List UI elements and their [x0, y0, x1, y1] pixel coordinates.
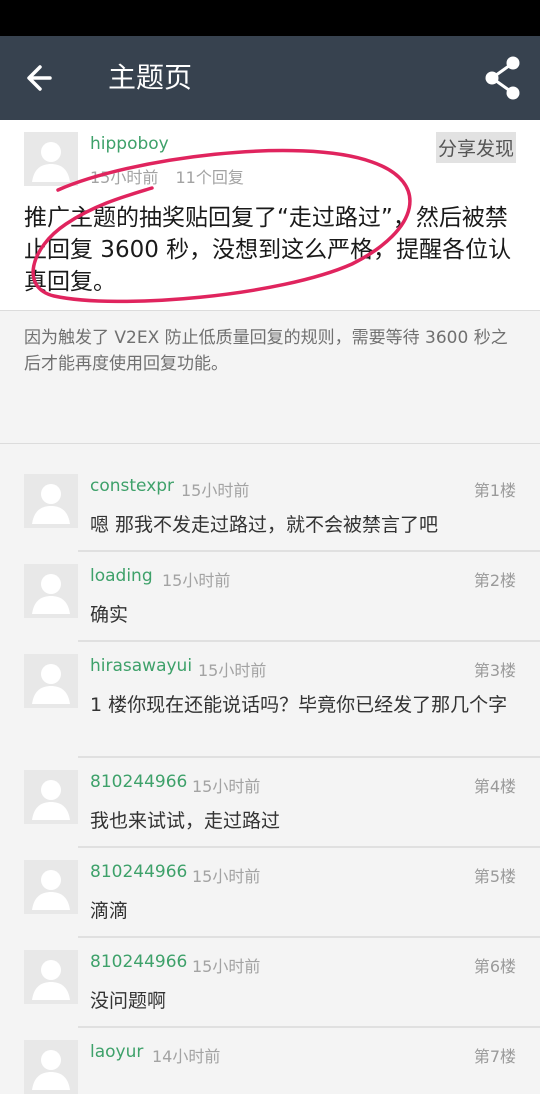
default-avatar-icon: [24, 474, 78, 528]
topic-content: 因为触发了 V2EX 防止低质量回复的规则，需要等待 3600 秒之后才能再度使…: [24, 328, 508, 374]
reply-floor: 第1楼: [473, 481, 516, 500]
avatar[interactable]: [24, 654, 78, 708]
app-bar: 主题页: [0, 36, 540, 120]
avatar[interactable]: [24, 474, 78, 528]
reply-time: 14小时前: [152, 1047, 221, 1066]
default-avatar-icon: [24, 132, 78, 186]
reply-username[interactable]: 810244966: [90, 862, 187, 882]
status-bar: [0, 0, 540, 36]
back-button[interactable]: [18, 58, 66, 98]
reply-floor: 第3楼: [473, 661, 516, 680]
reply-time: 15小时前: [192, 957, 261, 976]
reply-username[interactable]: constexpr: [90, 476, 174, 496]
reply-username[interactable]: hirasawayui: [90, 656, 192, 676]
default-avatar-icon: [24, 1040, 78, 1094]
topic-header: hippoboy 15小时前 11个回复 分享发现 推广主题的抽奖贴回复了“走过…: [0, 120, 540, 310]
default-avatar-icon: [24, 654, 78, 708]
reply-item: constexpr 15小时前 第1楼 嗯 那我不发走过路过，就不会被禁言了吧: [0, 462, 540, 552]
reply-item: laoyur 14小时前 第7楼: [0, 1028, 540, 1094]
reply-floor: 第7楼: [473, 1047, 516, 1066]
reply-time: 15小时前: [162, 571, 231, 590]
reply-text: 确实: [90, 604, 129, 626]
reply-item: 810244966 15小时前 第5楼 滴滴: [0, 848, 540, 938]
reply-item: 810244966 15小时前 第6楼 没问题啊: [0, 938, 540, 1028]
reply-username[interactable]: 810244966: [90, 772, 187, 792]
reply-text: 没问题啊: [90, 990, 167, 1012]
reply-floor: 第6楼: [473, 957, 516, 976]
reply-item: 810244966 15小时前 第4楼 我也来试试，走过路过: [0, 758, 540, 848]
share-icon: [485, 56, 520, 100]
reply-username[interactable]: laoyur: [90, 1042, 143, 1062]
reply-username[interactable]: 810244966: [90, 952, 187, 972]
default-avatar-icon: [24, 860, 78, 914]
topic-meta: 15小时前 11个回复: [90, 164, 244, 188]
arrow-left-icon: [27, 65, 52, 91]
reply-time: 15小时前: [192, 867, 261, 886]
default-avatar-icon: [24, 770, 78, 824]
default-avatar-icon: [24, 564, 78, 618]
topic-title: 推广主题的抽奖贴回复了“走过路过”，然后被禁止回复 3600 秒，没想到这么严格…: [24, 205, 512, 295]
reply-item: hirasawayui 15小时前 第3楼 1 楼你现在还能说话吗？毕竟你已经发…: [0, 642, 540, 758]
reply-username[interactable]: loading: [90, 566, 153, 586]
reply-floor: 第4楼: [473, 777, 516, 796]
reply-item: loading 15小时前 第2楼 确实: [0, 552, 540, 642]
avatar[interactable]: [24, 132, 78, 186]
topic-author[interactable]: hippoboy: [90, 134, 169, 154]
reply-floor: 第5楼: [473, 867, 516, 886]
avatar[interactable]: [24, 1040, 78, 1094]
avatar[interactable]: [24, 860, 78, 914]
reply-floor: 第2楼: [473, 571, 516, 590]
reply-list: constexpr 15小时前 第1楼 嗯 那我不发走过路过，就不会被禁言了吧 …: [0, 462, 540, 1094]
reply-time: 15小时前: [192, 777, 261, 796]
topic-reply-count: 11个回复: [175, 168, 244, 187]
avatar[interactable]: [24, 564, 78, 618]
node-tag[interactable]: 分享发现: [435, 132, 516, 163]
reply-time: 15小时前: [181, 481, 250, 500]
reply-text: 我也来试试，走过路过: [90, 810, 281, 832]
reply-text: 嗯 那我不发走过路过，就不会被禁言了吧: [90, 514, 439, 536]
share-button[interactable]: [480, 54, 526, 102]
reply-time: 15小时前: [198, 661, 267, 680]
avatar[interactable]: [24, 950, 78, 1004]
topic-body: 因为触发了 V2EX 防止低质量回复的规则，需要等待 3600 秒之后才能再度使…: [0, 310, 540, 444]
reply-text: 滴滴: [90, 900, 129, 922]
default-avatar-icon: [24, 950, 78, 1004]
topic-time: 15小时前: [90, 168, 159, 187]
avatar[interactable]: [24, 770, 78, 824]
page-title: 主题页: [108, 61, 193, 94]
reply-text: 1 楼你现在还能说话吗？毕竟你已经发了那几个字: [90, 694, 508, 716]
